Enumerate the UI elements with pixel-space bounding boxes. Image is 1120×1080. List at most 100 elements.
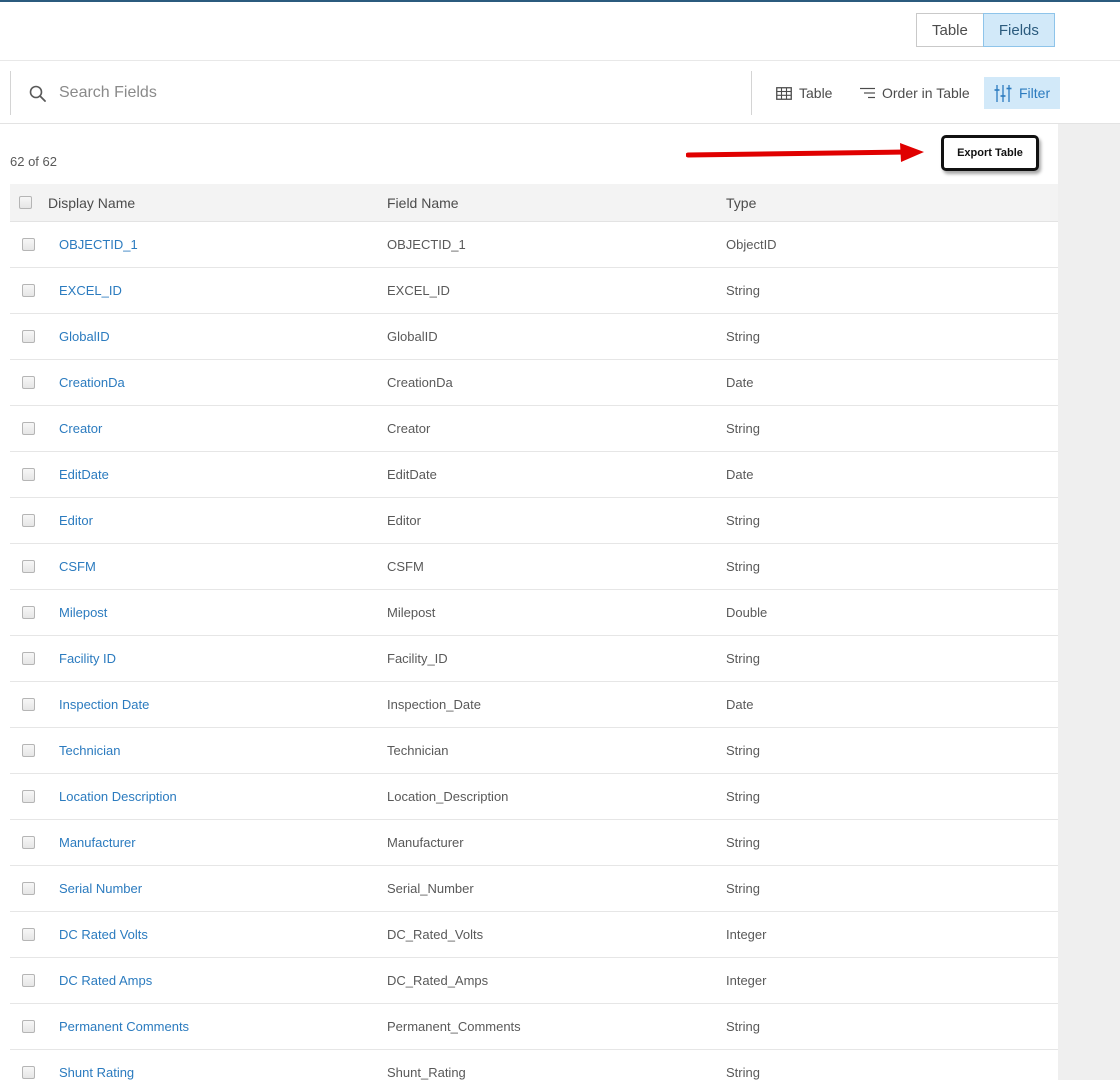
order-in-table-label: Order in Table (882, 85, 970, 101)
row-checkbox[interactable] (22, 1020, 35, 1033)
table-row[interactable]: Permanent Comments Permanent_Comments Stri… (10, 1004, 1058, 1050)
search-icon (27, 83, 47, 103)
search-box (10, 71, 752, 115)
field-name-cell: CSFM (387, 559, 424, 574)
table-row[interactable]: CSFM CSFM String (10, 544, 1058, 590)
table-row[interactable]: CreationDa CreationDa Date (10, 360, 1058, 406)
row-checkbox[interactable] (22, 606, 35, 619)
field-name-cell: DC_Rated_Amps (387, 973, 489, 988)
display-name-link[interactable]: Permanent Comments (59, 1019, 387, 1034)
display-name-link[interactable]: Technician (59, 743, 387, 758)
row-checkbox[interactable] (22, 514, 35, 527)
table-row[interactable]: Facility ID Facility_ID String (10, 636, 1058, 682)
view-table-button[interactable]: Table (916, 13, 984, 47)
table-row[interactable]: EXCEL_ID EXCEL_ID String (10, 268, 1058, 314)
row-checkbox[interactable] (22, 744, 35, 757)
row-checkbox[interactable] (22, 422, 35, 435)
table-row[interactable]: Manufacturer Manufacturer String (10, 820, 1058, 866)
header-field-name[interactable]: Field Name (387, 195, 726, 211)
type-cell: ObjectID (726, 237, 777, 252)
display-name-link[interactable]: GlobalID (59, 329, 387, 344)
field-name-cell: OBJECTID_1 (387, 237, 466, 252)
display-name-link[interactable]: Facility ID (59, 651, 387, 666)
top-accent-bar (0, 0, 1120, 2)
table-row[interactable]: DC Rated Amps DC_Rated_Amps Integer (10, 958, 1058, 1004)
table-row[interactable]: Location Description Location_Description… (10, 774, 1058, 820)
display-name-link[interactable]: Milepost (59, 605, 387, 620)
row-checkbox[interactable] (22, 974, 35, 987)
order-in-table-button[interactable]: Order in Table (860, 77, 970, 109)
field-name-cell: Technician (387, 743, 449, 758)
type-cell: Integer (726, 927, 767, 942)
type-cell: String (726, 283, 760, 298)
table-row[interactable]: OBJECTID_1 OBJECTID_1 ObjectID (10, 222, 1058, 268)
row-checkbox[interactable] (22, 468, 35, 481)
table-body: OBJECTID_1 OBJECTID_1 ObjectID EXCEL_ID EXCE… (10, 222, 1058, 1080)
display-name-link[interactable]: OBJECTID_1 (59, 237, 387, 252)
header-type[interactable]: Type (726, 195, 926, 211)
field-name-cell: DC_Rated_Volts (387, 927, 484, 942)
view-fields-button[interactable]: Fields (982, 13, 1055, 47)
display-name-link[interactable]: Manufacturer (59, 835, 387, 850)
field-name-cell: GlobalID (387, 329, 438, 344)
select-all-checkbox[interactable] (19, 196, 32, 209)
table-row[interactable]: Milepost Milepost Double (10, 590, 1058, 636)
row-checkbox[interactable] (22, 1066, 35, 1079)
type-cell: Date (726, 467, 754, 482)
display-name-link[interactable]: Location Description (59, 789, 387, 804)
row-checkbox[interactable] (22, 238, 35, 251)
table-row[interactable]: Inspection Date Inspection_Date Date (10, 682, 1058, 728)
row-checkbox[interactable] (22, 790, 35, 803)
header-display-name[interactable]: Display Name (48, 195, 387, 211)
table-row[interactable]: Shunt Rating Shunt_Rating String (10, 1050, 1058, 1080)
table-row[interactable]: GlobalID GlobalID String (10, 314, 1058, 360)
row-checkbox[interactable] (22, 376, 35, 389)
table-row[interactable]: Technician Technician String (10, 728, 1058, 774)
type-cell: String (726, 421, 760, 436)
row-checkbox[interactable] (22, 836, 35, 849)
display-name-link[interactable]: EditDate (59, 467, 387, 482)
field-name-cell: Permanent_Comments (387, 1019, 521, 1034)
display-name-link[interactable]: CSFM (59, 559, 387, 574)
display-name-link[interactable]: Creator (59, 421, 387, 436)
row-checkbox[interactable] (22, 560, 35, 573)
table-row[interactable]: DC Rated Volts DC_Rated_Volts Integer (10, 912, 1058, 958)
table-row[interactable]: Editor Editor String (10, 498, 1058, 544)
row-checkbox[interactable] (22, 284, 35, 297)
display-name-link[interactable]: Inspection Date (59, 697, 387, 712)
table-row[interactable]: Serial Number Serial_Number String (10, 866, 1058, 912)
field-name-cell: Manufacturer (387, 835, 464, 850)
type-cell: String (726, 743, 760, 758)
display-name-link[interactable]: Serial Number (59, 881, 387, 896)
filter-button[interactable]: Filter (984, 77, 1061, 109)
table-view-button[interactable]: Table (776, 77, 832, 109)
type-cell: String (726, 559, 760, 574)
table-grid-icon (776, 86, 792, 100)
table-view-label: Table (799, 85, 833, 101)
display-name-link[interactable]: DC Rated Amps (59, 973, 387, 988)
row-checkbox[interactable] (22, 928, 35, 941)
display-name-link[interactable]: Shunt Rating (59, 1065, 387, 1080)
table-header: Display Name Field Name Type (10, 184, 1058, 222)
annotation-arrow-icon (686, 143, 924, 162)
record-count: 62 of 62 (10, 154, 57, 169)
row-checkbox[interactable] (22, 330, 35, 343)
field-name-cell: Location_Description (387, 789, 509, 804)
export-table-button[interactable]: Export Table (941, 135, 1039, 171)
row-checkbox[interactable] (22, 882, 35, 895)
field-name-cell: CreationDa (387, 375, 453, 390)
display-name-link[interactable]: EXCEL_ID (59, 283, 387, 298)
type-cell: Double (726, 605, 768, 620)
display-name-link[interactable]: CreationDa (59, 375, 387, 390)
table-row[interactable]: Creator Creator String (10, 406, 1058, 452)
field-name-cell: Facility_ID (387, 651, 448, 666)
display-name-link[interactable]: Editor (59, 513, 387, 528)
sort-lines-icon (860, 87, 875, 99)
search-input[interactable] (59, 84, 659, 102)
row-checkbox[interactable] (22, 652, 35, 665)
table-row[interactable]: EditDate EditDate Date (10, 452, 1058, 498)
row-checkbox[interactable] (22, 698, 35, 711)
right-gutter (1058, 124, 1120, 1080)
field-name-cell: Shunt_Rating (387, 1065, 466, 1080)
display-name-link[interactable]: DC Rated Volts (59, 927, 387, 942)
